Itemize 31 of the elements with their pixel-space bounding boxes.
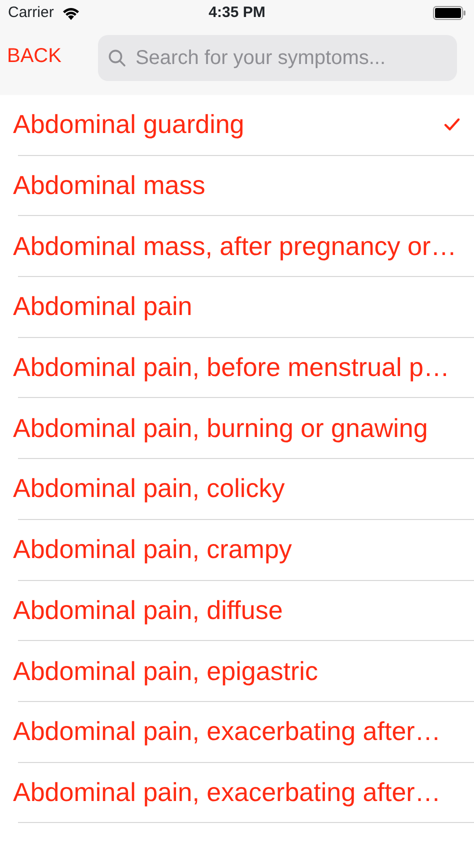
symptom-label: Abdominal pain, colicky [13, 472, 285, 506]
carrier-label: Carrier [8, 2, 54, 23]
symptom-label: Abdominal pain, epigastric [13, 654, 318, 688]
symptom-item[interactable]: Abdominal pain, before menstrual p… [0, 338, 474, 398]
symptom-label: Abdominal pain, before menstrual p… [13, 351, 450, 384]
symptom-label: Abdominal mass, after pregnancy or… [13, 230, 457, 263]
symptom-item[interactable]: Abdominal pain, epigastric [0, 641, 474, 702]
symptom-label: Abdominal pain, exacerbating after… [13, 776, 441, 809]
symptom-label: Abdominal pain [13, 290, 192, 324]
wifi-icon [62, 6, 80, 20]
symptom-label: Abdominal guarding [13, 108, 244, 142]
back-button[interactable]: BACK [7, 41, 62, 71]
symptom-item[interactable]: Abdominal pain, exacerbating after… [0, 702, 474, 763]
search-icon [108, 49, 126, 67]
battery-icon [433, 6, 466, 20]
symptom-item[interactable]: Abdominal pain, exacerbating after… [0, 762, 474, 824]
symptom-item[interactable]: Abdominal pain, colicky [0, 459, 474, 520]
symptom-label: Abdominal pain, exacerbating after… [13, 715, 441, 748]
time-label: 4:35 PM [208, 2, 266, 23]
symptom-item[interactable]: Abdominal pain, burning or gnawing [0, 398, 474, 460]
checkmark-icon [444, 118, 460, 132]
symptom-label: Abdominal mass [13, 169, 206, 202]
symptom-item[interactable]: Abdominal pain [0, 277, 474, 338]
symptom-item[interactable]: Abdominal pain, diffuse [0, 580, 474, 642]
symptom-label: Abdominal pain, crampy [13, 533, 292, 566]
symptom-label: Abdominal pain, burning or gnawing [13, 412, 428, 445]
symptom-item[interactable]: Abdominal pain, crampy [0, 520, 474, 580]
symptom-item[interactable]: Abdominal mass, after pregnancy or… [0, 216, 474, 278]
symptom-item[interactable]: Abdominal mass [0, 156, 474, 216]
search-field[interactable]: Search for your symptoms... [98, 35, 457, 81]
symptom-label: Abdominal pain, diffuse [13, 594, 283, 627]
